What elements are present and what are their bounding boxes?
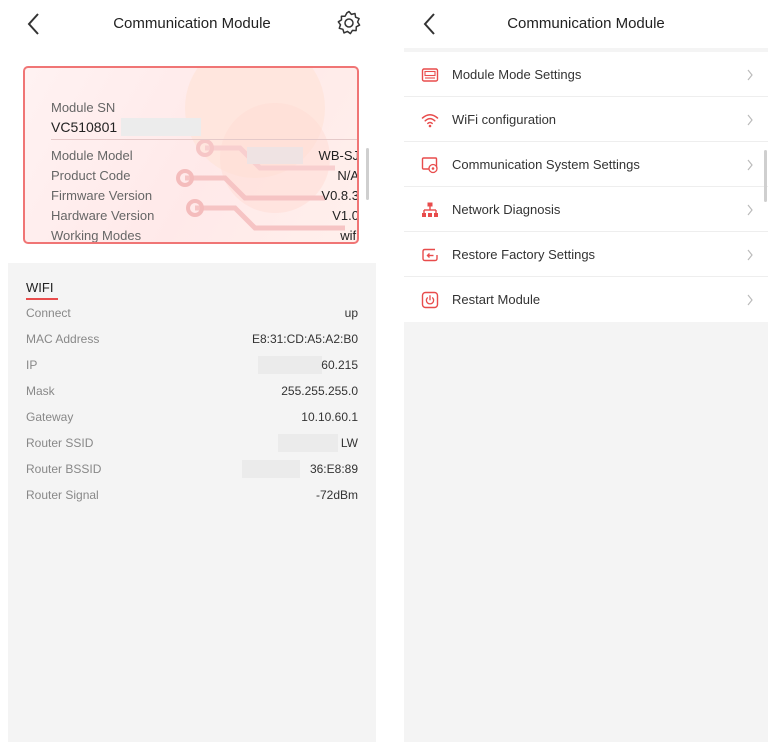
wifi-label: MAC Address — [26, 332, 100, 346]
info-value: wifi — [340, 228, 359, 243]
menu-item-communication-system-settings[interactable]: Communication System Settings — [404, 142, 768, 187]
info-row-firmware-version: Firmware Version V0.8.3 — [51, 186, 359, 206]
chevron-right-icon — [747, 294, 753, 306]
module-info-card: Module SN VC510801 Module Model WB-SJ Pr… — [23, 66, 359, 244]
wifi-icon — [421, 114, 439, 128]
wifi-row-connect: Connect up — [26, 303, 358, 323]
redacted-block — [121, 118, 201, 136]
wifi-label: Router SSID — [26, 436, 94, 450]
power-icon — [421, 291, 439, 309]
wifi-label: IP — [26, 358, 38, 372]
wifi-value: up — [344, 306, 358, 320]
info-label: Hardware Version — [51, 208, 155, 223]
info-row-module-model: Module Model WB-SJ — [51, 146, 359, 166]
menu-item-restart-module[interactable]: Restart Module — [404, 277, 768, 322]
info-label: Product Code — [51, 168, 131, 183]
wifi-label: Mask — [26, 384, 55, 398]
menu-item-label: WiFi configuration — [452, 112, 557, 127]
wifi-section: WIFI Connect up MAC Address E8:31:CD:A5:… — [8, 263, 376, 513]
menu-item-label: Module Mode Settings — [452, 67, 582, 82]
redacted-block — [247, 147, 303, 164]
wifi-section-title: WIFI — [26, 280, 54, 295]
wifi-row-gateway: Gateway 10.10.60.1 — [26, 407, 358, 427]
wifi-value: -72dBm — [315, 488, 358, 502]
menu-item-network-diagnosis[interactable]: Network Diagnosis — [404, 187, 768, 232]
wifi-value: E8:31:CD:A5:A2:B0 — [251, 332, 358, 346]
wifi-row-mask: Mask 255.255.255.0 — [26, 381, 358, 401]
wifi-label: Gateway — [26, 410, 74, 424]
info-label: Working Modes — [51, 228, 142, 243]
module-mode-icon — [421, 68, 439, 82]
module-info-screen: Communication Module Module SN VC510801 — [8, 0, 376, 742]
redacted-block — [242, 460, 300, 478]
chevron-right-icon — [747, 69, 753, 81]
module-sn-label: Module SN — [51, 100, 116, 115]
scrollbar[interactable] — [764, 150, 767, 202]
info-row-working-modes: Working Modes wifi — [51, 226, 359, 243]
menu-item-restore-factory-settings[interactable]: Restore Factory Settings — [404, 232, 768, 277]
wifi-row-ip: IP 60.215 — [26, 355, 358, 375]
info-value: N/A — [337, 168, 359, 183]
header-bar: Communication Module — [8, 0, 376, 48]
menu-item-label: Network Diagnosis — [452, 202, 561, 217]
gear-icon[interactable] — [336, 10, 362, 36]
info-label: Firmware Version — [51, 188, 153, 203]
network-icon — [422, 202, 438, 217]
info-value: V1.0 — [332, 208, 359, 223]
settings-menu: Module Mode Settings WiFi configuration — [404, 52, 768, 322]
chevron-right-icon — [747, 159, 753, 171]
restore-icon — [422, 248, 438, 262]
menu-item-label: Restore Factory Settings — [452, 247, 596, 262]
wifi-row-router-signal: Router Signal -72dBm — [26, 485, 358, 505]
section-underline — [26, 298, 58, 300]
info-value: WB-SJ — [318, 148, 359, 163]
info-row-product-code: Product Code N/A — [51, 166, 359, 186]
menu-item-label: Restart Module — [452, 292, 541, 307]
wifi-row-router-bssid: Router BSSID 36:E8:89 — [26, 459, 358, 479]
menu-item-label: Communication System Settings — [452, 157, 640, 172]
menu-item-wifi-configuration[interactable]: WiFi configuration — [404, 97, 768, 142]
module-sn-value: VC510801 — [51, 119, 118, 135]
info-row-hardware-version: Hardware Version V1.0 — [51, 206, 359, 226]
wifi-label: Connect — [26, 306, 71, 320]
wifi-label: Router Signal — [26, 488, 99, 502]
wifi-value: 10.10.60.1 — [301, 410, 358, 424]
scrollbar[interactable] — [366, 148, 369, 200]
page-title: Communication Module — [113, 15, 271, 32]
wifi-value: 255.255.255.0 — [281, 384, 358, 398]
wifi-row-router-ssid: Router SSID LW — [26, 433, 358, 453]
wifi-label: Router BSSID — [26, 462, 102, 476]
wifi-value: LW — [340, 436, 358, 450]
chevron-right-icon — [747, 114, 753, 126]
divider — [51, 139, 357, 140]
page-title: Communication Module — [507, 15, 665, 32]
system-settings-icon — [421, 157, 438, 174]
redacted-block — [258, 356, 322, 374]
chevron-right-icon — [747, 204, 753, 216]
info-label: Module Model — [51, 148, 133, 163]
module-settings-screen: Communication Module Module Mode Setting… — [404, 0, 768, 742]
header-bar: Communication Module — [404, 0, 768, 48]
wifi-value: 60.215 — [321, 358, 358, 372]
chevron-right-icon — [747, 249, 753, 261]
wifi-row-mac-address: MAC Address E8:31:CD:A5:A2:B0 — [26, 329, 358, 349]
wifi-value: 36:E8:89 — [309, 462, 358, 476]
module-info-section: Module SN VC510801 Module Model WB-SJ Pr… — [8, 48, 376, 263]
menu-item-module-mode-settings[interactable]: Module Mode Settings — [404, 52, 768, 97]
redacted-block — [278, 434, 338, 452]
info-value: V0.8.3 — [321, 188, 359, 203]
